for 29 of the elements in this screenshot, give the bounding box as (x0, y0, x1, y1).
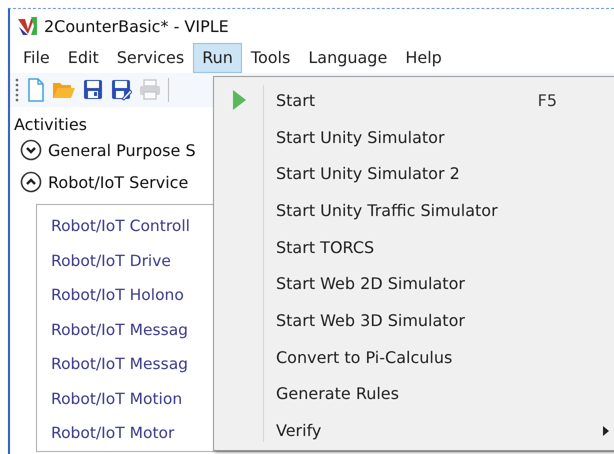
menu-item[interactable]: Start Web 2D Simulator (214, 265, 614, 302)
menu-item[interactable]: Start Unity Simulator (214, 118, 614, 156)
menu-item[interactable]: Run (193, 43, 242, 73)
group-header[interactable]: General Purpose S (48, 140, 196, 160)
menu-item[interactable]: Start TORCS (214, 228, 614, 266)
group-header[interactable]: Robot/IoT Service (48, 172, 188, 192)
menu-item[interactable]: Edit (58, 43, 108, 73)
play-icon (231, 89, 247, 112)
menu-item[interactable]: Start Unity Traffic Simulator (214, 192, 614, 229)
grip-icon[interactable] (14, 77, 20, 103)
menu-item[interactable]: Tools (242, 43, 300, 73)
collapse-icon[interactable] (20, 171, 42, 193)
panel-title: Activities (14, 115, 88, 134)
menu-item[interactable]: Start Web 3D Simulator (214, 302, 614, 339)
menu-item[interactable]: Help (396, 43, 451, 73)
menu-item[interactable]: Generate Rules (214, 376, 614, 412)
save-edit-icon[interactable] (110, 77, 132, 103)
menu-item[interactable]: Start Unity Simulator 2 (214, 155, 614, 192)
menu-item[interactable]: File (14, 43, 59, 73)
submenu-arrow-icon (602, 426, 610, 436)
new-file-icon[interactable] (26, 77, 46, 103)
app-logo-icon (16, 15, 38, 37)
menu-item[interactable]: Language (299, 43, 396, 73)
expand-icon[interactable] (20, 139, 42, 161)
menu-item[interactable]: Start F5 (214, 82, 614, 119)
menu-item[interactable]: Verify (214, 412, 614, 449)
menu-item[interactable]: Convert to Pi-Calculus (214, 338, 614, 376)
menu-item[interactable]: Services (108, 43, 194, 73)
window-title: 2CounterBasic* - VIPLE (44, 16, 229, 36)
